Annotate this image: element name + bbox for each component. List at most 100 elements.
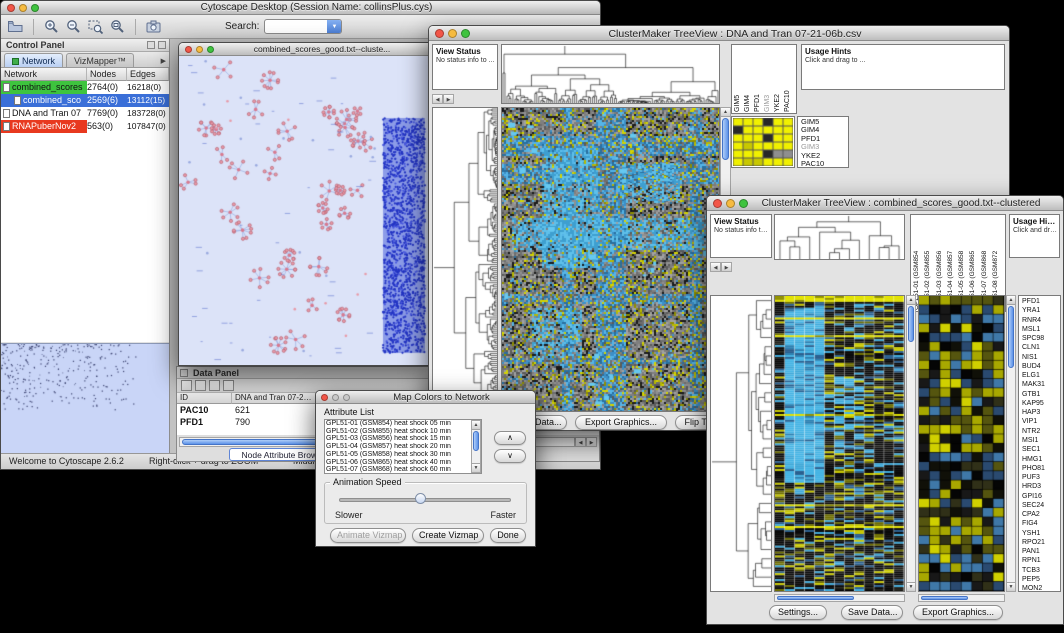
gene-label[interactable]: MAK31 <box>1022 380 1060 389</box>
gene-label[interactable]: HMG1 <box>1022 455 1060 464</box>
close-window-icon[interactable] <box>185 46 192 53</box>
network-list-row[interactable]: RNAPuberNov2 563(0) 107847(0) <box>1 120 169 133</box>
gene-label[interactable]: CLN1 <box>1022 343 1060 352</box>
select-attributes-icon[interactable] <box>181 380 192 391</box>
scroll-down-icon[interactable]: ▼ <box>472 463 480 472</box>
zoom-in-icon[interactable] <box>43 18 60 35</box>
network-list-row[interactable]: combined_scores 2764(0) 16218(0) <box>1 81 169 94</box>
gene-label[interactable]: HAP3 <box>1022 408 1060 417</box>
close-window-icon[interactable] <box>7 4 15 12</box>
attribute-list-item[interactable]: GPL51-05 (GSM858) heat shock 30 min <box>326 451 470 459</box>
expression-heatmap[interactable] <box>775 296 904 591</box>
gene-label[interactable]: MSI1 <box>1022 436 1060 445</box>
tab-network[interactable]: Network <box>4 53 63 67</box>
column-header-nodes[interactable]: Nodes <box>87 68 127 81</box>
gene-label[interactable]: RPN1 <box>1022 556 1060 565</box>
scroll-up-icon[interactable]: ▲ <box>907 296 915 305</box>
network-view-titlebar[interactable]: combined_scores_good.txt--cluste... <box>179 43 433 56</box>
zoom-window-icon[interactable] <box>207 46 214 53</box>
dendrogram-scroll-arrows[interactable]: ◀▶ <box>710 262 732 272</box>
attribute-list[interactable]: GPL51-01 (GSM854) heat shock 05 min GPL51… <box>324 419 482 474</box>
gene-label[interactable]: PAN1 <box>1022 547 1060 556</box>
close-panel-icon[interactable] <box>158 41 166 49</box>
scrollbar-thumb[interactable] <box>908 306 914 342</box>
gene-label-list[interactable]: PFD1YRA1RNR4MSL1SPC98CLN1NIS1BUD4ELG1MAK… <box>1018 295 1061 592</box>
minimize-window-icon[interactable] <box>19 4 27 12</box>
data-panel-hscroll-arrows[interactable]: ◀▶ <box>575 437 597 447</box>
attribute-list-item[interactable]: GPL51-06 (GSM865) heat shock 40 min <box>326 459 470 467</box>
save-data-button[interactable]: Save Data... <box>841 605 903 620</box>
treeview-combined-titlebar[interactable]: ClusterMaker TreeView : combined_scores_… <box>707 196 1063 211</box>
heatmap-vscrollbar[interactable]: ▲ ▼ <box>906 295 916 592</box>
network-overview-thumbnail[interactable] <box>1 344 169 453</box>
gene-label[interactable]: BUD4 <box>1022 362 1060 371</box>
zoom-heatmap[interactable] <box>919 296 1004 591</box>
zoom-hscrollbar[interactable] <box>918 594 1005 602</box>
column-header-id[interactable]: ID <box>177 393 232 404</box>
main-window-titlebar[interactable]: Cytoscape Desktop (Session Name: collins… <box>1 1 600 15</box>
column-header-edges[interactable]: Edges <box>127 68 169 81</box>
attribute-list-item[interactable]: GPL51-07 (GSM868) heat shock 60 min <box>326 466 470 474</box>
network-overview-panel[interactable] <box>1 343 169 453</box>
scroll-left-icon[interactable]: ◀ <box>575 437 586 447</box>
animate-vizmap-button[interactable]: Animate Vizmap <box>330 528 406 543</box>
gene-label[interactable]: NIS1 <box>1022 353 1060 362</box>
gene-label[interactable]: TCB3 <box>1022 566 1060 575</box>
gene-label[interactable]: PFD1 <box>1022 297 1060 306</box>
scroll-up-icon[interactable]: ▲ <box>1007 296 1015 305</box>
network-snapshot-icon[interactable] <box>145 18 162 35</box>
gene-label[interactable]: KAP95 <box>1022 399 1060 408</box>
move-attribute-up-button[interactable]: ∧ <box>494 431 526 445</box>
zoom-heatmap[interactable] <box>733 118 793 166</box>
network-list-row[interactable]: combined_sco 2569(6) 13112(15) <box>1 94 169 107</box>
row-dendrogram[interactable] <box>711 296 771 591</box>
scroll-up-icon[interactable]: ▲ <box>472 421 480 430</box>
zoom-gene-labels[interactable]: GIM5GIM4PFD1GIM3YKE2PAC10 <box>797 116 849 168</box>
scrollbar-thumb[interactable] <box>777 596 854 600</box>
search-dropdown-icon[interactable]: ▼ <box>327 20 341 33</box>
settings-button[interactable]: Settings... <box>769 605 827 620</box>
minimize-window-icon[interactable] <box>726 199 735 208</box>
gene-label[interactable]: GPI16 <box>1022 492 1060 501</box>
attribute-list-item[interactable]: GPL51-03 (GSM856) heat shock 15 min <box>326 435 470 443</box>
tab-vizmapper[interactable]: VizMapper™ <box>66 53 134 67</box>
row-dendrogram[interactable] <box>433 108 497 411</box>
dendrogram-scroll-arrows[interactable]: ◀▶ <box>432 94 454 104</box>
create-vizmap-button[interactable]: Create Vizmap <box>412 528 484 543</box>
search-combobox[interactable]: ▼ <box>264 19 342 34</box>
delete-attribute-icon[interactable] <box>209 380 220 391</box>
export-graphics-button[interactable]: Export Graphics... <box>913 605 1003 620</box>
gene-label[interactable]: SEC1 <box>1022 445 1060 454</box>
scrollbar-thumb[interactable] <box>1008 306 1014 368</box>
open-session-icon[interactable] <box>7 18 24 35</box>
move-attribute-down-button[interactable]: ∨ <box>494 449 526 463</box>
search-input[interactable] <box>265 20 327 33</box>
gene-label[interactable]: MSL1 <box>1022 325 1060 334</box>
gene-label[interactable]: RNR4 <box>1022 316 1060 325</box>
gene-label[interactable]: YRA1 <box>1022 306 1060 315</box>
gene-label[interactable]: PEP5 <box>1022 575 1060 584</box>
gene-label[interactable]: PAC10 <box>801 160 848 168</box>
export-graphics-button[interactable]: Export Graphics... <box>575 415 667 430</box>
attribute-list-vscrollbar[interactable]: ▲ ▼ <box>471 420 481 473</box>
zoom-selected-region-icon[interactable] <box>87 18 104 35</box>
create-attribute-icon[interactable] <box>195 380 206 391</box>
treeview-dna-titlebar[interactable]: ClusterMaker TreeView : DNA and Tran 07-… <box>429 26 1009 41</box>
scroll-left-icon[interactable]: ◀ <box>432 94 443 104</box>
gene-label[interactable]: ELG1 <box>1022 371 1060 380</box>
gene-label[interactable]: SPC98 <box>1022 334 1060 343</box>
close-window-icon[interactable] <box>321 394 328 401</box>
gene-label[interactable]: VIP1 <box>1022 417 1060 426</box>
gene-label[interactable]: SEC24 <box>1022 501 1060 510</box>
gene-label[interactable]: GTB1 <box>1022 390 1060 399</box>
scrollbar-thumb[interactable] <box>722 118 729 160</box>
dialog-titlebar[interactable]: Map Colors to Network <box>316 391 535 404</box>
attribute-list-item[interactable]: GPL51-01 (GSM854) heat shock 05 min <box>326 420 470 428</box>
gene-label[interactable]: PHO81 <box>1022 464 1060 473</box>
column-dendrogram[interactable] <box>502 45 719 103</box>
gene-label[interactable]: MON2 <box>1022 584 1060 592</box>
gene-label[interactable]: HRD3 <box>1022 482 1060 491</box>
zoom-window-icon[interactable] <box>31 4 39 12</box>
column-dendrogram[interactable] <box>775 215 904 259</box>
network-table-header[interactable]: Network Nodes Edges <box>1 68 169 81</box>
